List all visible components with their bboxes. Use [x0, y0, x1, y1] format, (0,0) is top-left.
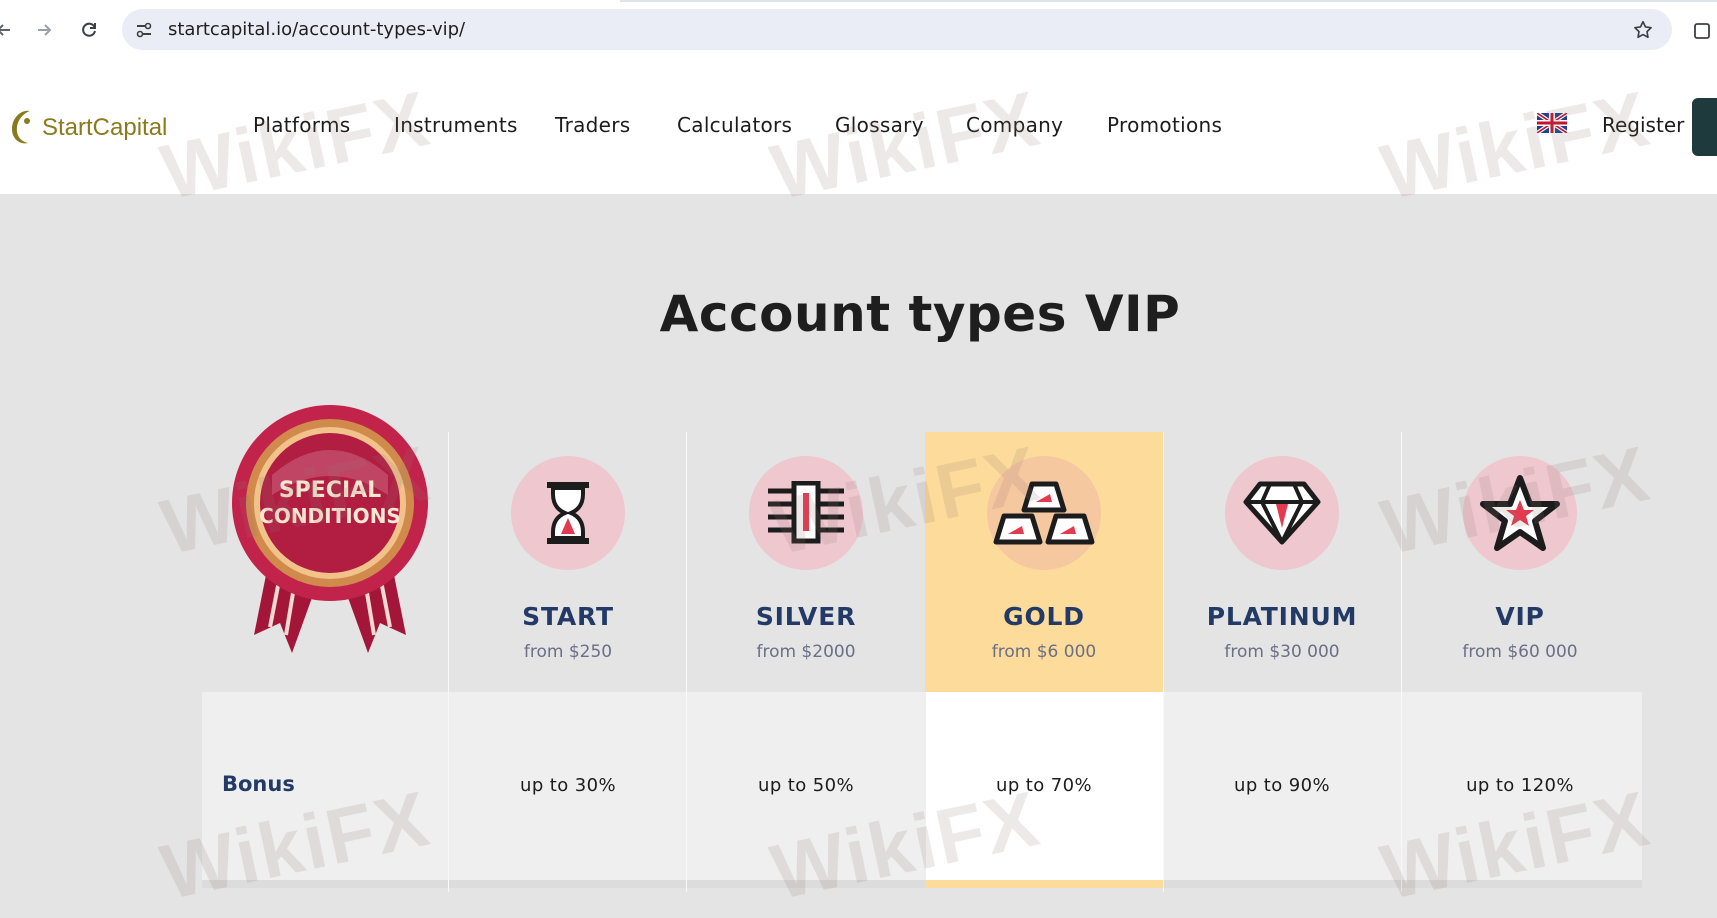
- arrow-right-icon: [38, 24, 52, 36]
- special-conditions-medal: SPECIAL CONDITIONS: [232, 405, 428, 653]
- nav-calculators[interactable]: Calculators: [677, 112, 792, 138]
- bonus-value-vip: up to 120%: [1466, 775, 1574, 796]
- site-info-button[interactable]: [132, 18, 156, 42]
- plan-name: VIP: [1495, 602, 1545, 631]
- medal-line-1: SPECIAL: [279, 478, 381, 503]
- bookmark-button[interactable]: [1630, 17, 1656, 43]
- star-outline-icon: [1634, 20, 1652, 39]
- bonus-value-platinum: up to 90%: [1234, 775, 1330, 796]
- plan-icon-bg: [1463, 456, 1577, 570]
- url-text[interactable]: startcapital.io/account-types-vip/: [168, 18, 465, 42]
- next-row-edge: [202, 880, 1642, 888]
- nav-promotions[interactable]: Promotions: [1107, 112, 1222, 138]
- nav-platforms[interactable]: Platforms: [253, 112, 350, 138]
- column-divider: [448, 432, 449, 892]
- plan-column-silver[interactable]: SILVER from $2000: [687, 432, 925, 692]
- bonus-value-gold: up to 70%: [996, 775, 1092, 796]
- logo-mark-icon: [12, 110, 30, 143]
- next-row-gold-edge: [926, 880, 1164, 888]
- silver-bars-icon: [768, 481, 844, 544]
- star-icon: [1480, 475, 1560, 551]
- plan-column-vip[interactable]: VIP from $60 000: [1401, 432, 1639, 692]
- nav-company[interactable]: Company: [966, 112, 1063, 138]
- plan-name: START: [522, 602, 614, 631]
- plan-column-gold[interactable]: GOLD from $6 000: [925, 432, 1163, 692]
- plan-min-deposit: from $30 000: [1224, 642, 1340, 662]
- site-logo[interactable]: StartCapital: [8, 105, 167, 150]
- page-title: Account types VIP: [659, 285, 1181, 343]
- medal-line-2: CONDITIONS: [259, 504, 401, 528]
- tab-strip-edge: [620, 0, 1717, 2]
- nav-traders[interactable]: Traders: [555, 112, 631, 138]
- reload-button[interactable]: [75, 16, 103, 44]
- puzzle-icon: [1694, 23, 1710, 39]
- plan-column-platinum[interactable]: PLATINUM from $30 000: [1163, 432, 1401, 692]
- back-button[interactable]: [0, 16, 18, 44]
- hourglass-icon: [547, 482, 589, 544]
- plan-name: SILVER: [755, 602, 857, 631]
- login-button-edge[interactable]: [1692, 98, 1717, 156]
- gold-bars-icon: [993, 481, 1095, 545]
- reload-icon: [82, 22, 96, 37]
- plan-icon-bg: [1225, 456, 1339, 570]
- column-divider: [686, 432, 687, 892]
- logo-text: StartCapital: [42, 113, 168, 141]
- plan-min-deposit: from $60 000: [1462, 642, 1578, 662]
- plan-name: GOLD: [1003, 602, 1085, 631]
- forward-button[interactable]: [30, 16, 58, 44]
- plan-min-deposit: from $250: [523, 642, 613, 662]
- plan-name: PLATINUM: [1206, 602, 1358, 631]
- bonus-value-start: up to 30%: [520, 775, 616, 796]
- plan-icon-bg: [987, 456, 1101, 570]
- diamond-icon: [1243, 481, 1321, 545]
- nav-glossary[interactable]: Glossary: [835, 112, 924, 138]
- bonus-label: Bonus: [222, 772, 295, 796]
- plan-min-deposit: from $6 000: [991, 642, 1097, 662]
- column-divider: [1163, 432, 1164, 892]
- uk-flag-icon[interactable]: [1537, 113, 1567, 133]
- register-link[interactable]: Register: [1602, 112, 1684, 138]
- extensions-button[interactable]: [1690, 17, 1716, 43]
- plan-icon-bg: [749, 456, 863, 570]
- plan-icon-bg: [511, 456, 625, 570]
- arrow-left-icon: [0, 24, 10, 36]
- plan-min-deposit: from $2000: [756, 642, 856, 662]
- column-divider: [1401, 432, 1402, 892]
- bonus-value-silver: up to 50%: [758, 775, 854, 796]
- nav-instruments[interactable]: Instruments: [394, 112, 518, 138]
- tune-icon: [136, 22, 152, 38]
- plan-column-start[interactable]: START from $250: [449, 432, 687, 692]
